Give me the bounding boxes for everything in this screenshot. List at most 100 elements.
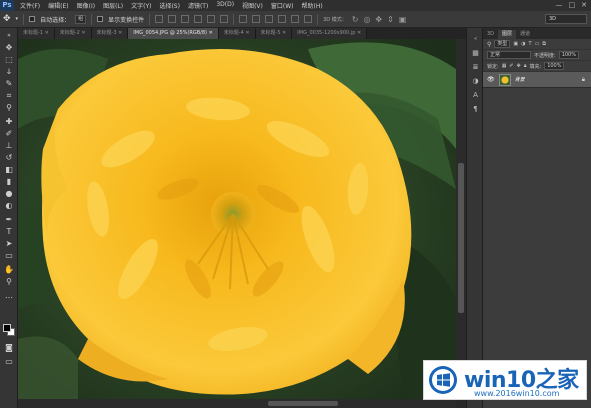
properties-panel-icon[interactable]: ≣ (470, 62, 481, 72)
maximize-button[interactable]: □ (569, 0, 576, 11)
3d-roll-icon[interactable]: ◎ (363, 15, 370, 24)
tab-channels[interactable]: 通道 (516, 30, 534, 39)
pen-tool-icon[interactable]: ✒ (3, 214, 15, 225)
vertical-scrollbar[interactable] (456, 39, 466, 399)
screen-mode-icon[interactable]: ▭ (3, 356, 15, 367)
horizontal-scrollbar[interactable] (18, 399, 456, 408)
3d-slide-icon[interactable]: ⇕ (387, 15, 394, 24)
tab-layers[interactable]: 图层 (498, 30, 517, 39)
horizontal-scroll-thumb[interactable] (268, 401, 338, 406)
distribute-bottom-icon[interactable] (265, 15, 274, 23)
menu-image[interactable]: 图像(I) (77, 1, 95, 10)
menu-filter[interactable]: 滤镜(T) (188, 1, 208, 10)
crop-tool-icon[interactable]: ⌗ (3, 90, 15, 101)
show-transform-checkbox[interactable] (97, 16, 104, 22)
quick-select-tool-icon[interactable]: ✎ (3, 78, 15, 89)
adjustments-panel-icon[interactable]: ◑ (470, 76, 481, 86)
history-panel-icon[interactable]: ▦ (470, 48, 481, 58)
menu-3d[interactable]: 3D(D) (216, 1, 234, 10)
tab-img-0054[interactable]: IMG_0054.JPG @ 25%(RGB/8) ✕ (128, 28, 219, 39)
lock-transparent-icon[interactable]: ▦ (502, 63, 507, 69)
3d-rotate-icon[interactable]: ↻ (352, 15, 359, 24)
paragraph-panel-icon[interactable]: ¶ (470, 104, 481, 114)
eraser-tool-icon[interactable]: ◧ (3, 164, 15, 175)
tab-untitled-4[interactable]: 未标题-4 ✕ (218, 28, 256, 39)
document-canvas[interactable] (18, 39, 456, 399)
filter-shape-icon[interactable]: ▭ (535, 41, 540, 47)
tab-untitled-3[interactable]: 未标题-3 ✕ (91, 28, 129, 39)
foreground-color-swatch[interactable] (3, 324, 11, 332)
filter-type-icon[interactable]: T (529, 41, 532, 47)
minimize-button[interactable]: — (556, 0, 563, 11)
type-tool-icon[interactable]: T (3, 226, 15, 237)
healing-brush-tool-icon[interactable]: ✚ (3, 116, 15, 127)
align-left-icon[interactable] (194, 15, 203, 23)
layer-filter-select[interactable]: 类型 (494, 40, 511, 48)
menu-window[interactable]: 窗口(W) (271, 1, 294, 10)
quick-mask-icon[interactable]: ◙ (3, 342, 15, 353)
align-hcenter-icon[interactable] (207, 15, 216, 23)
menu-view[interactable]: 视图(V) (242, 1, 263, 10)
clone-stamp-tool-icon[interactable]: ⊥ (3, 140, 15, 151)
move-tool-icon[interactable]: ✥ (3, 14, 11, 24)
shape-tool-icon[interactable]: ▭ (3, 250, 15, 261)
filter-adjust-icon[interactable]: ◑ (521, 41, 525, 47)
path-select-tool-icon[interactable]: ➤ (3, 238, 15, 249)
lock-all-icon[interactable]: 🔒︎ (524, 63, 527, 69)
gradient-tool-icon[interactable]: ▮ (3, 176, 15, 187)
dock-collapse-icon[interactable]: « (470, 34, 481, 44)
eyedropper-tool-icon[interactable]: ⚲ (3, 102, 15, 113)
distribute-right-icon[interactable] (304, 15, 313, 23)
blend-row: 正常 不透明度: 100% (483, 50, 591, 61)
menu-type[interactable]: 文字(Y) (131, 1, 151, 10)
align-top-icon[interactable] (155, 15, 164, 23)
tab-untitled-1[interactable]: 未标题-1 ✕ (18, 28, 55, 39)
menu-help[interactable]: 帮助(H) (302, 1, 323, 10)
history-brush-tool-icon[interactable]: ↺ (3, 152, 15, 163)
brush-tool-icon[interactable]: ✐ (3, 128, 15, 139)
tab-untitled-2[interactable]: 未标题-2 ✕ (54, 28, 92, 39)
distribute-left-icon[interactable] (278, 15, 287, 23)
distribute-vcenter-icon[interactable] (252, 15, 261, 23)
opacity-input[interactable]: 100% (558, 51, 579, 59)
tab-3d[interactable]: 3D (483, 30, 498, 39)
auto-select-checkbox[interactable] (29, 16, 36, 22)
menu-edit[interactable]: 编辑(E) (48, 1, 68, 10)
3d-scale-icon[interactable]: ▣ (399, 15, 407, 24)
align-vcenter-icon[interactable] (168, 15, 177, 23)
menu-file[interactable]: 文件(F) (20, 1, 40, 10)
character-panel-icon[interactable]: A (470, 90, 481, 100)
lock-pixels-icon[interactable]: ✐ (509, 63, 513, 69)
vertical-scroll-thumb[interactable] (458, 163, 464, 313)
workspace-select[interactable]: 3D (545, 14, 587, 24)
align-bottom-icon[interactable] (181, 15, 190, 23)
tab-img-0035[interactable]: IMG_0035-1200x900.jp ✕ (292, 28, 368, 39)
3d-pan-icon[interactable]: ✥ (375, 15, 382, 24)
marquee-tool-icon[interactable]: ⬚ (3, 54, 15, 65)
auto-select-target-select[interactable]: 组 (75, 14, 87, 24)
menu-layer[interactable]: 图层(L) (103, 1, 123, 10)
distribute-hcenter-icon[interactable] (291, 15, 300, 23)
filter-smart-icon[interactable]: ⧉ (542, 41, 546, 47)
layer-row-background[interactable]: 👁︎ 背景 🔒︎ (483, 72, 591, 88)
more-tools-icon[interactable]: … (3, 290, 15, 301)
hand-tool-icon[interactable]: ✋ (3, 264, 15, 275)
divider (23, 13, 25, 25)
blend-mode-select[interactable]: 正常 (487, 51, 531, 59)
dodge-tool-icon[interactable]: ◐ (3, 200, 15, 211)
align-right-icon[interactable] (220, 15, 229, 23)
tool-preset-dropdown[interactable]: ▾ (16, 16, 19, 22)
zoom-tool-icon[interactable]: ⚲ (3, 276, 15, 287)
visibility-eye-icon[interactable]: 👁︎ (487, 76, 495, 83)
distribute-top-icon[interactable] (239, 15, 248, 23)
close-button[interactable]: ✕ (581, 0, 587, 11)
menu-select[interactable]: 选择(S) (159, 1, 180, 10)
lasso-tool-icon[interactable]: ↆ (3, 66, 15, 77)
lock-position-icon[interactable]: ✥ (517, 63, 521, 69)
tab-untitled-5[interactable]: 未标题-5 ✕ (255, 28, 293, 39)
fill-input[interactable]: 100% (544, 62, 565, 70)
move-tool-icon[interactable]: ✥ (3, 42, 15, 53)
filter-pixel-icon[interactable]: ▣ (513, 41, 518, 47)
toolbox-collapse-icon[interactable]: » (3, 30, 15, 41)
blur-tool-icon[interactable]: ● (3, 188, 15, 199)
